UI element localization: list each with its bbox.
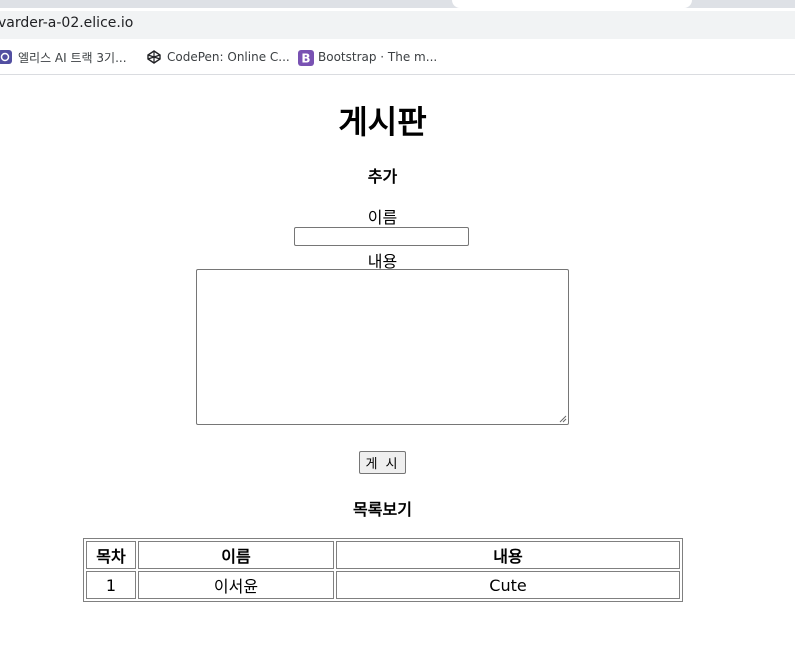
header-name: 이름 (138, 541, 334, 569)
bookmark-label: CodePen: Online C... (167, 50, 290, 64)
board-table: 목차 이름 내용 1 이서윤 Cute (83, 538, 683, 602)
svg-text:B: B (301, 52, 310, 66)
resize-grip-icon[interactable] (559, 415, 567, 423)
table-header-row: 목차 이름 내용 (86, 541, 680, 569)
codepen-icon (147, 50, 161, 64)
row-name: 이서윤 (138, 571, 334, 599)
header-index: 목차 (86, 541, 136, 569)
active-tab[interactable] (452, 0, 692, 8)
bookmark-elice[interactable]: 엘리스 AI 트랙 3기... (0, 49, 127, 65)
header-content: 내용 (336, 541, 680, 569)
bootstrap-icon: B (298, 50, 314, 66)
page-title: 게시판 (338, 103, 427, 141)
list-heading: 목록보기 (353, 500, 412, 519)
bookmark-label: 엘리스 AI 트랙 3기... (18, 50, 127, 65)
table-row: 1 이서윤 Cute (86, 571, 680, 599)
row-content: Cute (336, 571, 680, 599)
elice-icon (0, 50, 12, 64)
row-index: 1 (86, 571, 136, 599)
name-label: 이름 (367, 208, 398, 227)
post-button[interactable]: 게 시 (359, 451, 406, 474)
bookmark-label: Bootstrap · The m... (318, 50, 438, 64)
url-text[interactable]: varder-a-02.elice.io (0, 15, 133, 31)
tab-strip (0, 0, 795, 8)
content-textarea[interactable] (196, 269, 569, 425)
bookmark-codepen[interactable]: CodePen: Online C... (147, 49, 290, 65)
name-input[interactable] (294, 227, 469, 246)
bookmark-bootstrap[interactable]: B Bootstrap · The m... (298, 49, 438, 66)
add-heading: 추가 (367, 167, 398, 186)
page-content: 게시판 추가 이름 내용 게 시 목록보기 목차 이름 내용 1 이서윤 Cut… (0, 75, 795, 661)
